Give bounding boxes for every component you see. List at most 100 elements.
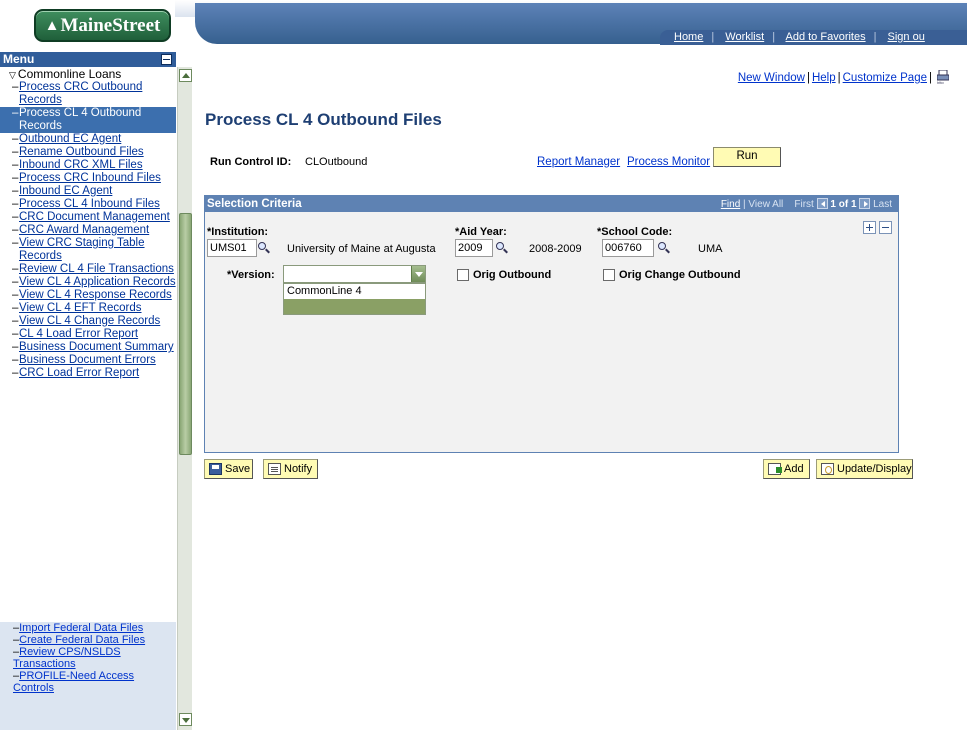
menu-item-link[interactable]: Review CPS/NSLDS Transactions (13, 646, 121, 670)
menu-item[interactable]: – View CL 4 Change Records (0, 315, 176, 328)
menu-item[interactable]: – Rename Outbound Files (0, 146, 176, 159)
menu-item-link[interactable]: View CL 4 Application Records (19, 276, 176, 288)
menu-item[interactable]: – Process CL 4 Inbound Files (0, 198, 176, 211)
menu-item-link[interactable]: PROFILE-Need Access Controls (13, 670, 134, 694)
menu-item-link[interactable]: Inbound CRC XML Files (19, 159, 143, 171)
add-to-favorites-link[interactable]: Add to Favorites (786, 31, 866, 43)
version-option-blank-highlighted[interactable] (284, 299, 425, 314)
save-button[interactable]: Save (204, 459, 253, 479)
menu-item-link[interactable]: Create Federal Data Files (19, 634, 145, 646)
find-link[interactable]: Find (721, 199, 740, 210)
menu-item[interactable]: –Import Federal Data Files (0, 622, 176, 634)
orig-outbound-label: Orig Outbound (473, 269, 552, 281)
menu-item-link[interactable]: Business Document Errors (19, 354, 156, 366)
menu-bullet: – (12, 237, 19, 249)
report-manager-link[interactable]: Report Manager (537, 156, 620, 168)
customize-page-link[interactable]: Customize Page (843, 72, 927, 84)
menu-item[interactable]: – Inbound CRC XML Files (0, 159, 176, 172)
institution-field[interactable]: UMS01 (207, 239, 257, 257)
notify-button[interactable]: Notify (263, 459, 318, 479)
menu-item-link[interactable]: Process CRC Outbound Records (19, 81, 142, 106)
next-row-icon[interactable] (859, 198, 871, 209)
menu-item-link[interactable]: Import Federal Data Files (19, 622, 143, 634)
aid-year-label: *Aid Year: (455, 226, 507, 238)
menu-item[interactable]: – View CRC Staging Table Records (0, 237, 176, 263)
menu-item[interactable]: – CRC Award Management (0, 224, 176, 237)
menu-item-link[interactable]: Inbound EC Agent (19, 185, 112, 197)
menu-item[interactable]: – Process CRC Inbound Files (0, 172, 176, 185)
menu-bullet: – (12, 185, 19, 197)
menu-bullet: – (12, 81, 19, 93)
last-label: Last (873, 199, 892, 210)
menu-item-link[interactable]: CRC Award Management (19, 224, 149, 236)
menu-item[interactable]: – Business Document Errors (0, 354, 176, 367)
aid-year-field[interactable]: 2009 (455, 239, 493, 257)
menu-item[interactable]: – View CL 4 Response Records (0, 289, 176, 302)
menu-header: Menu (0, 52, 176, 67)
menu-item[interactable]: – Process CL 4 Outbound Records (0, 107, 176, 133)
scroll-down-icon[interactable] (179, 713, 192, 726)
menu-item[interactable]: –Review CPS/NSLDS Transactions (0, 646, 176, 670)
scroll-thumb[interactable] (179, 213, 192, 455)
collapse-menu-icon[interactable] (161, 54, 172, 65)
menu-item-link[interactable]: CRC Document Management (19, 211, 170, 223)
menu-section-commonline-loans[interactable]: ▽ Commonline Loans (0, 67, 176, 81)
worklist-link[interactable]: Worklist (725, 31, 764, 43)
dropdown-arrow-icon[interactable] (411, 266, 425, 282)
menu-item[interactable]: – View CL 4 EFT Records (0, 302, 176, 315)
update-display-button[interactable]: Update/Display (816, 459, 913, 479)
menu-item-link[interactable]: View CRC Staging Table Records (19, 237, 145, 262)
run-button[interactable]: Run (713, 147, 781, 167)
version-select[interactable] (283, 265, 426, 283)
menu-item[interactable]: – Business Document Summary (0, 341, 176, 354)
menu-bullet: – (12, 328, 19, 340)
menu-item[interactable]: – View CL 4 Application Records (0, 276, 176, 289)
menu-item-link[interactable]: Process CL 4 Inbound Files (19, 198, 160, 210)
menu-item-link[interactable]: Process CRC Inbound Files (19, 172, 161, 184)
menu-item[interactable]: – CRC Document Management (0, 211, 176, 224)
menu-item[interactable]: – CRC Load Error Report (0, 367, 176, 380)
menu-item[interactable]: – Outbound EC Agent (0, 133, 176, 146)
http-link-icon[interactable]: http (937, 70, 949, 84)
delete-row-icon[interactable] (879, 221, 892, 234)
menu-item-link[interactable]: Process CL 4 Outbound Records (19, 107, 141, 132)
selection-criteria-title: Selection Criteria (207, 198, 302, 210)
menu-item-link[interactable]: Outbound EC Agent (19, 133, 121, 145)
menu-item-link[interactable]: Business Document Summary (19, 341, 174, 353)
menu-item[interactable]: – Inbound EC Agent (0, 185, 176, 198)
menu-bullet: – (12, 146, 19, 158)
aid-year-lookup-icon[interactable] (495, 241, 509, 255)
school-code-lookup-icon[interactable] (657, 241, 671, 255)
menu-scrollbar[interactable] (177, 67, 192, 730)
menu-item[interactable]: – Process CRC Outbound Records (0, 81, 176, 107)
version-option-commonline-4[interactable]: CommonLine 4 (284, 284, 425, 299)
school-code-field[interactable]: 006760 (602, 239, 654, 257)
menu-item-link[interactable]: CL 4 Load Error Report (19, 328, 138, 340)
previous-row-icon[interactable] (816, 198, 828, 209)
menu-item[interactable]: –PROFILE-Need Access Controls (0, 670, 176, 694)
help-link[interactable]: Help (812, 72, 836, 84)
menu-item-link[interactable]: Rename Outbound Files (19, 146, 144, 158)
menu-item-link[interactable]: Review CL 4 File Transactions (19, 263, 174, 275)
page-links: New Window | Help | Customize Page | http (738, 70, 949, 84)
new-window-link[interactable]: New Window (738, 72, 805, 84)
menu-bullet: – (12, 367, 19, 379)
institution-lookup-icon[interactable] (257, 241, 271, 255)
orig-change-outbound-checkbox[interactable] (603, 269, 615, 281)
menu-item[interactable]: – CL 4 Load Error Report (0, 328, 176, 341)
orig-outbound-checkbox[interactable] (457, 269, 469, 281)
save-label: Save (225, 463, 251, 475)
menu-item-link[interactable]: View CL 4 EFT Records (19, 302, 142, 314)
menu-item[interactable]: – Review CL 4 File Transactions (0, 263, 176, 276)
menu-item[interactable]: –Create Federal Data Files (0, 634, 176, 646)
process-monitor-link[interactable]: Process Monitor (627, 156, 710, 168)
sign-out-link[interactable]: Sign ou (888, 31, 925, 43)
menu-item-link[interactable]: View CL 4 Change Records (19, 315, 160, 327)
add-label: Add (784, 463, 804, 475)
add-button[interactable]: Add (763, 459, 810, 479)
home-link[interactable]: Home (674, 31, 703, 43)
add-row-icon[interactable] (863, 221, 876, 234)
menu-item-link[interactable]: CRC Load Error Report (19, 367, 139, 379)
menu-item-link[interactable]: View CL 4 Response Records (19, 289, 172, 301)
scroll-up-icon[interactable] (179, 69, 192, 82)
